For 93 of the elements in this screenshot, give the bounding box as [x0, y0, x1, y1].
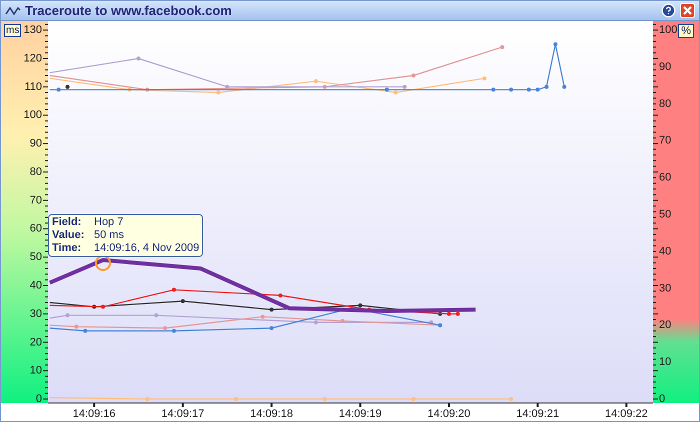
data-point: [482, 76, 486, 80]
y-tick-label: 0: [36, 393, 42, 406]
data-point: [278, 293, 282, 298]
y-tick-label: 10: [659, 356, 672, 368]
data-point: [500, 45, 504, 50]
data-point: [322, 397, 327, 402]
y-tick-label: 10: [30, 364, 42, 377]
x-tick-label: 14:09:21: [516, 408, 560, 420]
y-tick-label: 60: [30, 222, 42, 235]
data-point: [314, 79, 318, 84]
y-tick-label: 50: [30, 251, 42, 264]
data-point: [402, 84, 407, 89]
data-point: [509, 397, 514, 402]
data-point: [322, 84, 327, 89]
ms-unit-label: ms: [4, 24, 22, 37]
x-tick-label: 14:09:18: [250, 408, 293, 420]
close-button[interactable]: [680, 3, 695, 18]
y-tick-label: 100: [659, 24, 678, 36]
data-point: [145, 397, 150, 402]
hover-marker: [95, 254, 111, 271]
data-point: [544, 84, 549, 89]
data-point: [216, 90, 220, 95]
data-point: [270, 308, 274, 312]
x-tick-label: 14:09:22: [604, 408, 648, 420]
tooltip-label: Value:: [52, 229, 86, 242]
data-point: [180, 299, 185, 304]
y-tick-label: 80: [659, 98, 672, 110]
y-tick-label: 120: [24, 52, 42, 64]
y-tick-label: 30: [659, 282, 672, 294]
tooltip-label: Field:: [52, 216, 82, 229]
data-point: [163, 326, 168, 330]
tooltip-label: Time:: [52, 242, 82, 255]
y-tick-label: 50: [659, 208, 672, 220]
help-icon[interactable]: [661, 3, 676, 18]
data-point: [438, 312, 442, 316]
data-point: [314, 320, 318, 324]
data-point: [536, 88, 540, 92]
y-tick-label: 60: [659, 172, 672, 184]
tooltip-value: 14:09:16, 4 Nov 2009: [94, 242, 200, 255]
data-point: [234, 397, 238, 402]
data-point: [429, 320, 434, 324]
y-tick-label: 0: [659, 393, 666, 405]
data-point: [394, 90, 398, 95]
tooltip-value: 50 ms: [94, 229, 124, 242]
data-point: [491, 88, 496, 92]
data-point: [128, 88, 132, 92]
data-point: [66, 313, 70, 318]
y-tick-label: 40: [30, 280, 42, 292]
data-point: [154, 313, 158, 318]
data-point: [526, 88, 531, 92]
data-point: [92, 304, 96, 309]
tooltip-value: Hop 7: [94, 216, 124, 229]
y-tick-label: 70: [659, 134, 672, 147]
data-point: [340, 318, 345, 323]
data-point: [446, 312, 451, 316]
y-tick-label: 110: [24, 80, 42, 93]
data-point: [136, 56, 140, 60]
y-tick-label: 130: [24, 24, 42, 36]
y-tick-label: 90: [30, 138, 42, 150]
y-tick-label: 30: [30, 308, 42, 320]
data-point: [56, 88, 61, 92]
data-point: [83, 328, 88, 333]
percent-unit-label: %: [678, 24, 694, 38]
data-point: [456, 312, 460, 316]
x-tick-label: 14:09:17: [161, 408, 204, 420]
y-tick-label: 40: [659, 245, 672, 258]
data-point: [172, 288, 176, 292]
window-title: Traceroute to www.facebook.com: [25, 2, 232, 20]
data-point: [562, 84, 566, 89]
y-tick-label: 20: [659, 319, 672, 332]
data-point: [270, 326, 274, 330]
y-tick-label: 100: [24, 109, 42, 122]
data-point: [411, 74, 416, 78]
data-point: [384, 88, 389, 92]
data-point: [411, 397, 416, 402]
wave-icon: [5, 6, 21, 16]
data-point: [172, 328, 176, 333]
data-point: [74, 324, 78, 329]
data-point: [145, 88, 150, 92]
data-point: [101, 304, 105, 309]
y-tick-label: 20: [30, 336, 42, 348]
data-point: [225, 84, 230, 89]
x-tick-label: 14:09:20: [428, 408, 470, 420]
data-point: [358, 303, 362, 308]
data-point: [509, 88, 514, 92]
data-point: [260, 314, 265, 319]
y-tick-label: 70: [30, 194, 42, 206]
data-point: [553, 42, 558, 46]
x-tick-label: 14:09:19: [338, 408, 382, 420]
x-tick-label: 14:09:16: [72, 408, 116, 420]
data-point: [349, 306, 354, 310]
y-tick-label: 80: [30, 166, 42, 178]
y-tick-label: 90: [659, 60, 672, 73]
